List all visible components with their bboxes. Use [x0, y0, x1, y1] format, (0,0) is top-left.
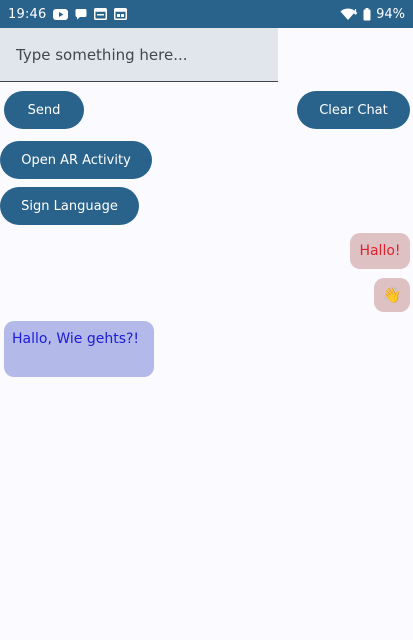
status-time: 19:46: [8, 6, 47, 22]
browser-icon: [94, 8, 108, 20]
status-right: 94%: [340, 7, 405, 22]
window-icon: [114, 8, 128, 20]
message-input[interactable]: [16, 28, 266, 81]
wifi-icon: [340, 8, 358, 21]
received-message-bubble: Hallo, Wie gehts?!: [4, 321, 154, 377]
message-input-container: [0, 28, 278, 82]
sent-message-bubble-wave-emoji: 👋: [374, 278, 410, 312]
send-button[interactable]: Send: [4, 91, 84, 129]
open-ar-activity-button[interactable]: Open AR Activity: [0, 141, 152, 179]
status-bar: 19:46 94%: [0, 0, 413, 28]
battery-percent: 94%: [376, 6, 405, 22]
clear-chat-button[interactable]: Clear Chat: [297, 91, 410, 129]
status-left: 19:46: [8, 6, 128, 22]
sent-message-bubble: Hallo!: [350, 233, 410, 269]
youtube-icon: [53, 8, 69, 20]
chat-bubble-icon: [75, 8, 87, 20]
sign-language-button[interactable]: Sign Language: [0, 187, 139, 225]
battery-icon: [363, 7, 371, 21]
